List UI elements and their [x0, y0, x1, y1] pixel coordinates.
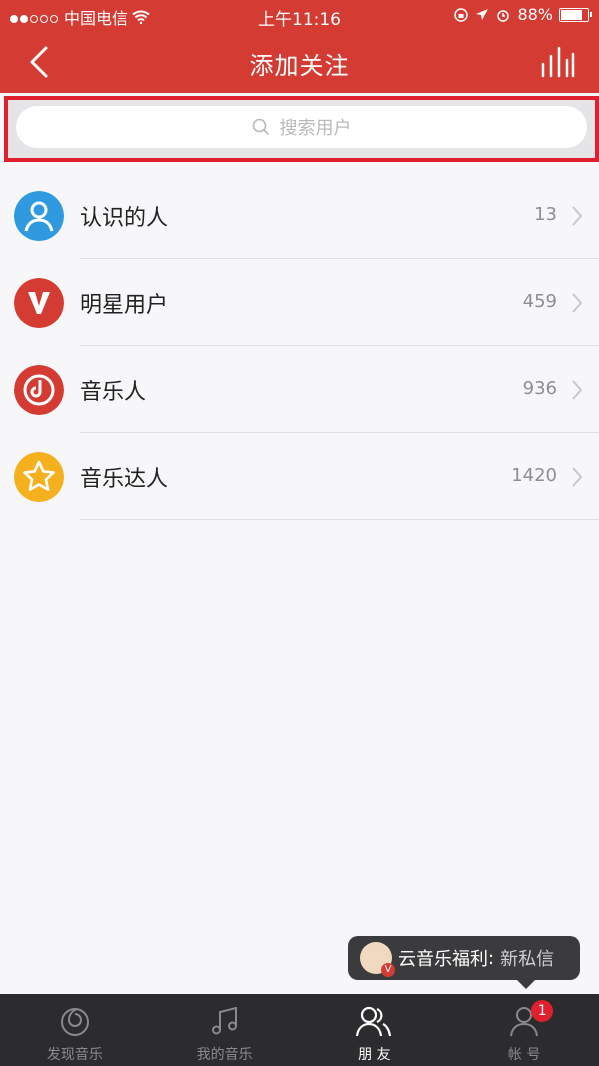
tab-discover[interactable]: 发现音乐 [0, 994, 150, 1066]
search-placeholder: 搜索用户 [279, 118, 352, 139]
music-note-icon [14, 365, 64, 415]
v-badge-icon: V [381, 963, 395, 977]
category-list: 认识的人 13 明星用户 459 音乐人 936 音乐达人 1420 [0, 172, 599, 520]
divider [80, 519, 599, 520]
list-item-music-experts[interactable]: 音乐达人 1420 [0, 433, 599, 520]
page-title: 添加关注 [249, 52, 350, 80]
tab-label: 帐 号 [507, 1047, 541, 1063]
tab-friends[interactable]: 朋 友 [300, 994, 450, 1066]
list-item-label: 音乐人 [80, 380, 147, 405]
toast-separator: : [488, 947, 495, 969]
v-badge-icon [14, 278, 64, 328]
tab-my-music[interactable]: 我的音乐 [150, 994, 300, 1066]
location-icon [476, 8, 489, 20]
chevron-right-icon [572, 206, 583, 226]
list-item-celebrities[interactable]: 明星用户 459 [0, 259, 599, 346]
list-item-count: 936 [522, 378, 557, 399]
notification-badge: 1 [531, 1000, 554, 1022]
music-icon [211, 1006, 237, 1035]
discover-icon [60, 1008, 89, 1036]
search-input[interactable]: 搜索用户 [16, 106, 587, 148]
message-toast[interactable]: V 云音乐福利: 新私信 [348, 936, 580, 989]
toast-sender: 云音乐福利 [398, 949, 488, 970]
battery-percent: 88% [517, 5, 553, 24]
star-icon [14, 452, 64, 502]
list-item-acquaintances[interactable]: 认识的人 13 [0, 172, 599, 259]
now-playing-icon[interactable] [539, 46, 575, 78]
chevron-right-icon [572, 293, 583, 313]
nav-bar: 添加关注 [0, 32, 599, 93]
lock-rotation-icon [454, 7, 469, 22]
tab-bar: 发现音乐 我的音乐 朋 友 帐 号 1 [0, 994, 599, 1066]
list-item-label: 明星用户 [80, 293, 169, 318]
list-item-count: 1420 [511, 465, 557, 486]
status-bar: 中国电信 上午11:16 88% [0, 0, 599, 32]
chevron-right-icon [572, 380, 583, 400]
search-bar-container: 搜索用户 [4, 96, 599, 162]
chevron-right-icon [572, 467, 583, 487]
list-item-musicians[interactable]: 音乐人 936 [0, 346, 599, 433]
tab-label: 朋 友 [358, 1047, 391, 1063]
tab-label: 发现音乐 [46, 1047, 103, 1063]
toast-text: 新私信 [500, 949, 555, 970]
list-item-label: 认识的人 [80, 206, 169, 231]
battery-icon [559, 7, 592, 22]
search-icon [252, 118, 269, 136]
list-item-count: 459 [522, 291, 557, 312]
list-item-count: 13 [534, 204, 557, 225]
friends-icon [356, 1006, 392, 1037]
tab-account[interactable]: 帐 号 1 [449, 994, 599, 1066]
alarm-icon [497, 9, 510, 22]
header: 中国电信 上午11:16 88% 添加关注 [0, 0, 599, 93]
person-icon [14, 191, 64, 241]
avatar: V [360, 942, 395, 977]
tab-label: 我的音乐 [196, 1047, 253, 1063]
list-item-label: 音乐达人 [80, 467, 169, 492]
